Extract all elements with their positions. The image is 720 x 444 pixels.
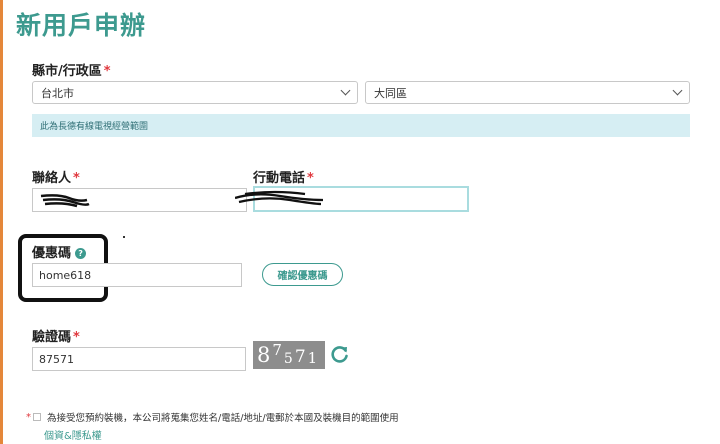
city-select[interactable]: 台北市 bbox=[32, 81, 358, 104]
confirm-coupon-button[interactable]: 確認優惠碼 bbox=[262, 263, 343, 286]
district-select[interactable]: 大同區 bbox=[365, 81, 690, 104]
consent-checkbox[interactable] bbox=[33, 413, 41, 421]
mobile-label-text: 行動電話 bbox=[253, 171, 306, 186]
page-title: 新用戶申辦 bbox=[16, 11, 147, 40]
mobile-phone-input[interactable] bbox=[235, 186, 469, 212]
coverage-notice: 此為長德有線電視經營範圍 bbox=[32, 114, 690, 137]
consent-text: 為接受您預約裝機，本公司將蒐集您姓名/電話/地址/電郵於本國及裝機目的範圍使用 bbox=[47, 413, 399, 424]
city-select-value: 台北市 bbox=[41, 86, 74, 100]
chevron-down-icon bbox=[672, 85, 683, 96]
left-accent-bar bbox=[0, 0, 3, 444]
captcha-label-text: 驗證碼 bbox=[32, 330, 72, 345]
required-mark: * bbox=[26, 411, 31, 423]
mobile-label: 行動電話 * bbox=[253, 167, 314, 186]
coverage-notice-text: 此為長德有線電視經營範圍 bbox=[40, 122, 149, 132]
captcha-input-value: 87571 bbox=[39, 352, 74, 366]
coupon-label-text: 優惠碼 bbox=[32, 246, 72, 261]
coupon-code-input[interactable]: home618 bbox=[32, 263, 242, 287]
required-mark: * bbox=[73, 330, 80, 345]
question-circle-icon[interactable]: ? bbox=[75, 248, 87, 259]
privacy-policy-link[interactable]: 個資&隱私權 bbox=[44, 427, 102, 442]
captcha-input[interactable]: 87571 bbox=[32, 347, 246, 371]
refresh-icon[interactable] bbox=[330, 344, 350, 368]
required-mark: * bbox=[73, 171, 80, 186]
chevron-down-icon bbox=[340, 85, 351, 96]
region-label-text: 縣市/行政區 bbox=[32, 64, 102, 79]
contact-label: 聯絡人 * bbox=[32, 167, 80, 186]
consent-row: * 為接受您預約裝機，本公司將蒐集您姓名/電話/地址/電郵於本國及裝機目的範圍使… bbox=[26, 410, 399, 425]
captcha-char: 8 bbox=[257, 343, 273, 367]
coupon-code-value: home618 bbox=[39, 268, 92, 282]
redaction-scribble bbox=[40, 194, 90, 208]
stray-dot bbox=[123, 236, 125, 238]
captcha-image: 8 7 5 7 1 bbox=[253, 341, 325, 369]
contact-name-input[interactable] bbox=[32, 188, 247, 212]
captcha-char: 7 bbox=[294, 347, 308, 367]
coupon-label: 優惠碼? bbox=[32, 242, 87, 261]
district-select-value: 大同區 bbox=[374, 86, 407, 100]
contact-label-text: 聯絡人 bbox=[32, 171, 72, 186]
redaction-scribble bbox=[235, 190, 324, 206]
required-mark: * bbox=[103, 64, 111, 79]
captcha-char: 1 bbox=[307, 349, 320, 367]
captcha-char: 7 bbox=[272, 341, 284, 359]
captcha-char: 5 bbox=[283, 351, 295, 367]
captcha-label: 驗證碼 * bbox=[32, 326, 80, 345]
region-label: 縣市/行政區 * bbox=[32, 60, 111, 79]
required-mark: * bbox=[307, 171, 314, 186]
